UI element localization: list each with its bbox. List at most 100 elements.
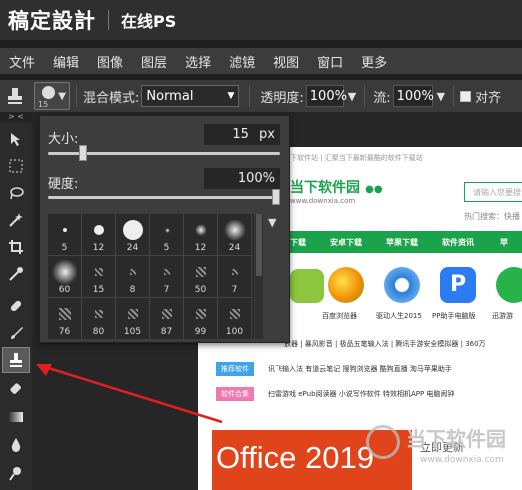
- preset-menu-icon[interactable]: ▼: [268, 216, 276, 229]
- brush-preset-cell[interactable]: 87: [150, 298, 184, 339]
- menu-image[interactable]: 图像: [88, 52, 132, 71]
- site-nav-item[interactable]: 安卓下载: [330, 237, 362, 248]
- brush-preset-size-label: 87: [160, 327, 173, 337]
- brush-tip-icon: [95, 310, 103, 318]
- brush-preset-cell[interactable]: 80: [82, 298, 116, 339]
- brush-preset-cell[interactable]: 24: [218, 214, 252, 256]
- healing-brush-tool-icon[interactable]: [2, 293, 30, 319]
- site-logo: 当下软件园 ●● www.downxia.com: [290, 177, 400, 207]
- brush-preset-cell[interactable]: 15: [82, 256, 116, 298]
- brush-preset-cell[interactable]: 5: [150, 214, 184, 256]
- size-input[interactable]: 15 px: [204, 124, 280, 145]
- flow-input[interactable]: 100%: [392, 85, 434, 107]
- brush-preset-size-label: 100: [225, 327, 244, 337]
- scrollbar-thumb[interactable]: [256, 214, 262, 276]
- brush-preset-grid: 5 12 24 5 12 24 60 15 8 7 50 7 76 80 105 87 99 100: [48, 214, 254, 339]
- brush-preset-cell[interactable]: 24: [116, 214, 150, 256]
- brush-preset-cell[interactable]: 105: [116, 298, 150, 339]
- brush-preset-button[interactable]: 15 ▼: [34, 82, 70, 110]
- opacity-input[interactable]: 100%: [305, 85, 347, 107]
- size-label: 大小:: [48, 132, 79, 147]
- menu-select[interactable]: 选择: [176, 52, 220, 71]
- hardness-slider-track[interactable]: [48, 196, 280, 199]
- annotation-arrow-icon: [36, 364, 223, 424]
- preset-scrollbar[interactable]: [255, 214, 263, 339]
- brush-preset-cell[interactable]: 12: [184, 214, 218, 256]
- stamp-tool-icon[interactable]: [0, 81, 30, 111]
- app-icon-xunyou[interactable]: [496, 267, 522, 303]
- magic-wand-tool-icon[interactable]: [2, 207, 30, 233]
- eraser-tool-icon[interactable]: [2, 376, 30, 402]
- brush-size-badge: 15: [38, 100, 49, 109]
- blend-mode-select[interactable]: Normal ▼: [141, 85, 240, 107]
- site-search-input[interactable]: 请输入您要搜: [464, 182, 522, 202]
- flow-label: 流:: [373, 90, 391, 106]
- dodge-tool-icon[interactable]: [2, 460, 30, 486]
- size-value: 15: [232, 127, 249, 142]
- move-tool-icon[interactable]: [2, 126, 30, 152]
- menu-view[interactable]: 视图: [264, 52, 308, 71]
- brush-preset-cell[interactable]: 50: [184, 256, 218, 298]
- clone-stamp-tool-icon[interactable]: [2, 347, 30, 373]
- brush-preset-size-label: 7: [163, 285, 170, 295]
- align-checkbox[interactable]: [460, 90, 472, 102]
- menu-edit[interactable]: 编辑: [44, 52, 88, 71]
- app-subtitle: 在线PS: [121, 12, 177, 31]
- menu-more[interactable]: 更多: [352, 52, 396, 71]
- app-label: PP助手电脑版: [432, 312, 476, 320]
- menu-layer[interactable]: 图层: [132, 52, 176, 71]
- brush-tool-icon[interactable]: [2, 320, 30, 346]
- brush-preset-size-label: 7: [231, 285, 238, 295]
- menu-file[interactable]: 文件: [0, 52, 44, 71]
- brush-preset-cell[interactable]: 99: [184, 298, 218, 339]
- brush-preset-cell[interactable]: 60: [48, 256, 82, 298]
- brush-preset-size-label: 99: [194, 327, 207, 337]
- hot-search: 热门搜索：快播: [464, 212, 520, 221]
- brush-preset-cell[interactable]: 76: [48, 298, 82, 339]
- app-icon-pp[interactable]: P: [440, 267, 476, 303]
- app-icon-green[interactable]: [290, 269, 324, 303]
- chevron-down-icon: ▼: [227, 91, 235, 101]
- brush-preset-cell[interactable]: 7: [218, 256, 252, 298]
- app-icon-driver[interactable]: [384, 267, 420, 303]
- brush-preset-cell[interactable]: 100: [218, 298, 252, 339]
- blend-mode-value: Normal: [146, 88, 194, 104]
- site-logo-text: 当下软件园: [290, 180, 360, 196]
- site-nav-item[interactable]: 苹果下载: [386, 237, 418, 248]
- brush-preset-cell[interactable]: 12: [82, 214, 116, 256]
- brush-preset-cell[interactable]: 7: [150, 256, 184, 298]
- marquee-tool-icon[interactable]: [2, 153, 30, 179]
- brush-preset-size-label: 24: [228, 243, 241, 253]
- app-label: 驱动人生2015: [376, 312, 422, 320]
- brush-tip-icon: [162, 309, 172, 319]
- menu-window[interactable]: 窗口: [308, 52, 352, 71]
- brand-logo: 稿定設計: [8, 9, 96, 33]
- watermark-logo: [366, 425, 400, 459]
- brush-preset-cell[interactable]: 8: [116, 256, 150, 298]
- brush-preset-size-label: 60: [58, 285, 71, 295]
- brush-preset-cell[interactable]: 5: [48, 214, 82, 256]
- crop-tool-icon[interactable]: [2, 234, 30, 260]
- menu-filter[interactable]: 滤镜: [220, 52, 264, 71]
- toolbar-collapse-toggle[interactable]: > <: [0, 112, 32, 122]
- lasso-tool-icon[interactable]: [2, 180, 30, 206]
- site-nav-item[interactable]: 软件资讯: [442, 237, 474, 248]
- eyedropper-tool-icon[interactable]: [2, 261, 30, 287]
- brush-preset-size-label: 24: [126, 243, 139, 253]
- brush-preset-size-label: 105: [123, 327, 142, 337]
- brush-tip-icon: [164, 269, 170, 275]
- site-nav-item[interactable]: 苹: [500, 237, 508, 248]
- flow-dropdown-icon[interactable]: ▼: [437, 90, 445, 103]
- brush-tip-icon: [232, 269, 238, 275]
- app-icon-baidu[interactable]: [328, 267, 364, 303]
- site-nav-item[interactable]: 下载: [290, 237, 306, 248]
- brush-tip-icon: [128, 309, 138, 319]
- hardness-slider-thumb[interactable]: [272, 189, 280, 205]
- size-slider-thumb[interactable]: [79, 145, 88, 161]
- opacity-dropdown-icon[interactable]: ▼: [348, 90, 356, 103]
- brush-tip-icon: [59, 308, 71, 320]
- title-bar: 稿定設計 在线PS: [0, 0, 522, 40]
- gradient-tool-icon[interactable]: [2, 404, 30, 430]
- hardness-input[interactable]: 100%: [204, 168, 280, 189]
- blur-tool-icon[interactable]: [2, 432, 30, 458]
